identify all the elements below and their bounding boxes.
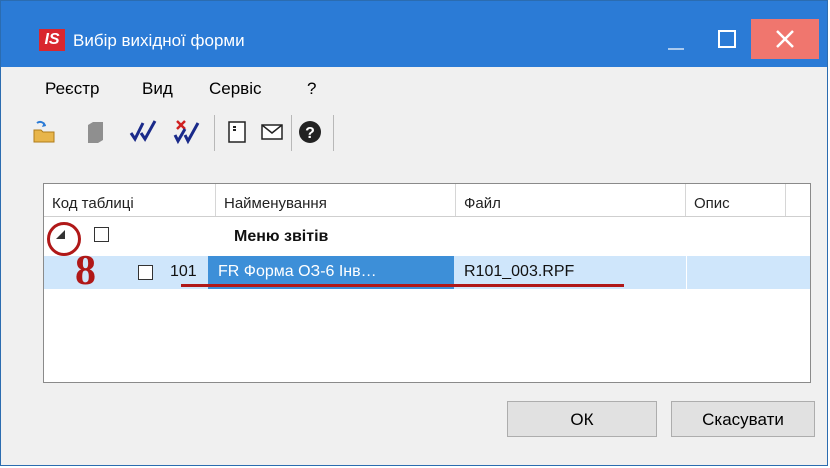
toolbar-separator xyxy=(214,115,215,151)
column-header-code[interactable]: Код таблиці xyxy=(44,184,216,216)
annotation-step-number: 8 xyxy=(75,248,96,294)
document-icon[interactable] xyxy=(83,119,109,145)
close-icon xyxy=(776,30,794,48)
expand-collapse-icon[interactable] xyxy=(56,230,65,239)
uncheck-all-icon[interactable] xyxy=(173,119,200,145)
row-name: FR Форма ОЗ-6 Інв… xyxy=(218,263,377,280)
ok-button[interactable]: ОК xyxy=(507,401,657,437)
grid-header: Код таблиці Найменування Файл Опис xyxy=(44,184,810,217)
annotation-underline xyxy=(181,284,624,287)
forms-grid: Код таблиці Найменування Файл Опис Меню … xyxy=(43,183,811,383)
title-bar[interactable]: IS Вибір вихідної форми xyxy=(1,1,827,67)
help-icon[interactable]: ? xyxy=(297,119,323,145)
cancel-button[interactable]: Скасувати xyxy=(671,401,815,437)
group-name: Меню звітів xyxy=(234,228,329,245)
row-file: R101_003.RPF xyxy=(464,263,575,280)
minimize-button[interactable] xyxy=(661,29,691,53)
open-folder-icon[interactable] xyxy=(31,119,57,145)
group-row[interactable]: Меню звітів xyxy=(44,225,810,259)
envelope-icon[interactable] xyxy=(259,119,285,145)
check-all-icon[interactable] xyxy=(129,119,157,145)
menu-item-view[interactable]: Вид xyxy=(142,79,173,99)
dialog-window: IS Вибір вихідної форми Реєстр Вид Серві… xyxy=(0,0,828,466)
close-button[interactable] xyxy=(751,19,819,59)
svg-text:?: ? xyxy=(305,125,315,142)
menu-item-help[interactable]: ? xyxy=(307,79,316,99)
form-icon[interactable] xyxy=(225,119,251,145)
menu-item-registry[interactable]: Реєстр xyxy=(45,79,99,99)
maximize-button[interactable] xyxy=(706,23,746,55)
toolbar-separator xyxy=(333,115,334,151)
toolbar-separator xyxy=(291,115,292,151)
group-checkbox[interactable] xyxy=(94,227,109,242)
row-code: 101 xyxy=(170,263,197,280)
window-title: Вибір вихідної форми xyxy=(73,31,245,50)
column-header-name[interactable]: Найменування xyxy=(216,184,456,216)
cell-divider xyxy=(686,256,687,289)
column-header-file[interactable]: Файл xyxy=(456,184,686,216)
row-checkbox[interactable] xyxy=(138,265,153,280)
menu-item-service[interactable]: Сервіс xyxy=(209,79,262,99)
menu-bar xyxy=(1,67,827,107)
app-logo-icon: IS xyxy=(39,29,65,51)
column-header-description[interactable]: Опис xyxy=(686,184,786,216)
